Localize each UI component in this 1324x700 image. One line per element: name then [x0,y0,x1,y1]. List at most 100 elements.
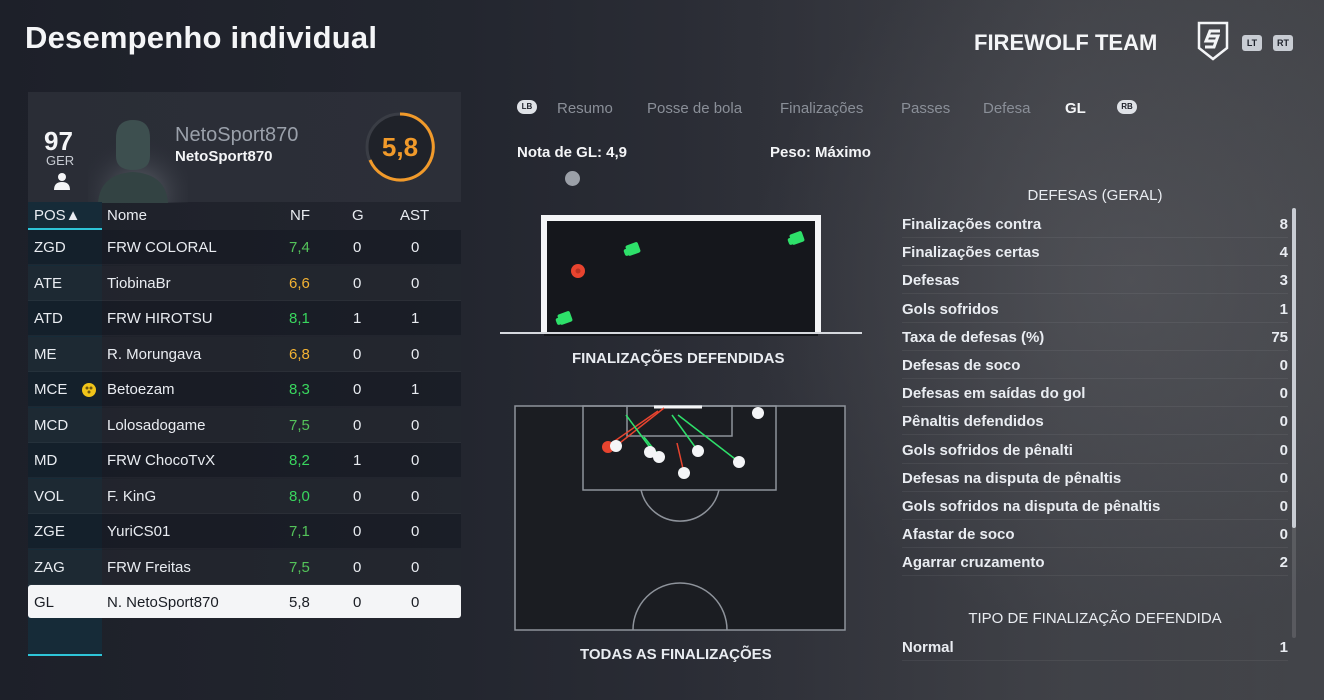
stat-value: 8 [1279,216,1288,233]
shot-type-section-title: TIPO DE FINALIZAÇÃO DEFENDIDA [968,610,1222,627]
cell-g: 0 [353,523,362,540]
stat-label: Gols sofridos de pênalti [902,441,1073,459]
gk-rating: Nota de GL: 4,9 [517,144,628,161]
stat-value: 0 [1279,498,1288,515]
tab-gl[interactable]: GL [1065,100,1086,117]
stat-row: Finalizações contra 8 [902,210,1288,238]
cell-nf: 8,2 [289,452,310,469]
shot-type-row: Normal 1 [902,633,1288,661]
cell-name: N. NetoSport870 [107,594,219,611]
stat-label: Defesas na disputa de pênaltis [902,469,1122,487]
goal-saves-chart [500,215,862,336]
cell-nf: 8,3 [289,381,310,398]
tab-resumo[interactable]: Resumo [557,100,613,117]
cell-pos: MCD [34,416,69,434]
stat-row: Defesas em saídas do gol 0 [902,379,1288,408]
cell-name: YuriCS01 [107,523,171,540]
table-row[interactable]: ATE TiobinaBr 6,6 0 0 [28,265,461,301]
cell-ast: 0 [411,558,420,576]
cell-ast: 0 [411,239,420,256]
cell-ast: 0 [411,594,420,611]
tab-posse-de-bola[interactable]: Posse de bola [647,100,742,117]
cell-g: 0 [353,558,362,576]
table-row[interactable]: MD FRW ChocoTvX 8,2 1 0 [28,443,461,478]
cell-g: 0 [353,594,362,611]
cell-nf: 7,1 [289,523,310,540]
stat-row: Pênaltis defendidos 0 [902,407,1288,436]
stats-scrollbar-thumb[interactable] [1292,208,1296,528]
stat-value: 75 [1271,328,1288,346]
goal-net [544,218,818,336]
stat-value: 3 [1279,272,1288,290]
weight-label: Peso: Máximo [770,144,871,161]
cell-g: 1 [353,452,362,469]
cell-ast: 0 [411,452,420,469]
stat-label: Defesas em saídas do gol [902,385,1086,403]
table-row[interactable]: ATD FRW HIROTSU 8,1 1 1 [28,301,461,336]
cell-g: 0 [353,381,362,398]
table-row[interactable]: ME R. Morungava 6,8 0 0 [28,336,461,372]
weight-slider-handle[interactable] [565,171,580,186]
table-row[interactable]: ZGD FRW COLORAL 7,4 0 0 [28,230,461,265]
player-name-large: NetoSport870 [175,124,299,146]
col-header-name[interactable]: Nome [107,207,147,224]
col-header-pos[interactable]: POS▲ [34,207,81,224]
col-header-nf[interactable]: NF [290,207,310,224]
table-row[interactable]: MCE Betoezam 8,3 0 1 [28,372,461,407]
table-row[interactable]: GL N. NetoSport870 5,8 0 0 [28,585,461,618]
stat-label: Pênaltis defendidos [902,413,1044,431]
stat-row: Gols sofridos 1 [902,295,1288,323]
cell-ast: 1 [411,381,420,398]
all-shots-pitch [514,405,846,631]
stat-row: Defesas na disputa de pênaltis 0 [902,464,1288,492]
stat-value: 0 [1279,526,1288,544]
cell-name: FRW Freitas [107,558,191,576]
saved-shots-caption: FINALIZAÇÕES DEFENDIDAS [572,350,785,367]
stat-row: Afastar de soco 0 [902,520,1288,549]
cell-ast: 0 [411,345,420,363]
cell-g: 0 [353,416,362,434]
match-rating-value: 5,8 [381,132,419,162]
all-shots-caption: TODAS AS FINALIZAÇÕES [580,646,772,663]
tab-defesa[interactable]: Defesa [983,100,1031,117]
col-header-g[interactable]: G [352,207,364,224]
stat-label: Afastar de soco [902,526,1015,544]
cell-name: FRW ChocoTvX [107,452,216,469]
cell-pos: ATD [34,310,63,327]
cell-nf: 7,4 [289,239,310,256]
cell-name: FRW COLORAL [107,239,217,256]
cell-pos: MD [34,452,58,469]
cell-pos: ME [34,345,57,363]
team-logo-icon [1197,21,1229,61]
cell-nf: 7,5 [289,416,310,434]
cell-nf: 5,8 [289,594,310,611]
rb-button-icon[interactable]: RB [1117,100,1137,114]
cell-g: 0 [353,274,362,292]
table-row[interactable]: ZAG FRW Freitas 7,5 0 0 [28,549,461,585]
cell-name: FRW HIROTSU [107,310,213,327]
table-row[interactable]: ZGE YuriCS01 7,1 0 0 [28,514,461,549]
player-avatar [88,108,188,203]
col-header-ast[interactable]: AST [400,207,429,224]
man-of-match-icon [82,383,96,397]
table-row[interactable]: VOL F. KinG 8,0 0 0 [28,478,461,514]
lb-button-icon[interactable]: LB [517,100,537,114]
rt-button-icon[interactable]: RT [1273,35,1293,51]
cell-pos: ATE [34,274,63,292]
stat-value: 0 [1279,413,1288,431]
cell-pos: MCE [34,381,68,398]
tab-finalizacoes[interactable]: Finalizações [780,100,863,117]
cell-nf: 6,6 [289,274,310,292]
cell-ast: 0 [411,487,420,505]
stat-label: Gols sofridos [902,300,999,318]
tab-passes[interactable]: Passes [901,100,950,117]
table-row[interactable]: MCD Lolosadogame 7,5 0 0 [28,407,461,443]
cell-ast: 0 [411,274,420,292]
pos-column-bottom-line [28,654,102,656]
cell-g: 1 [353,310,362,327]
stat-row: Defesas 3 [902,266,1288,295]
cell-pos: ZGE [34,523,65,540]
cell-name: TiobinaBr [107,274,171,292]
cell-name: Lolosadogame [107,416,206,434]
lt-button-icon[interactable]: LT [1242,35,1262,51]
